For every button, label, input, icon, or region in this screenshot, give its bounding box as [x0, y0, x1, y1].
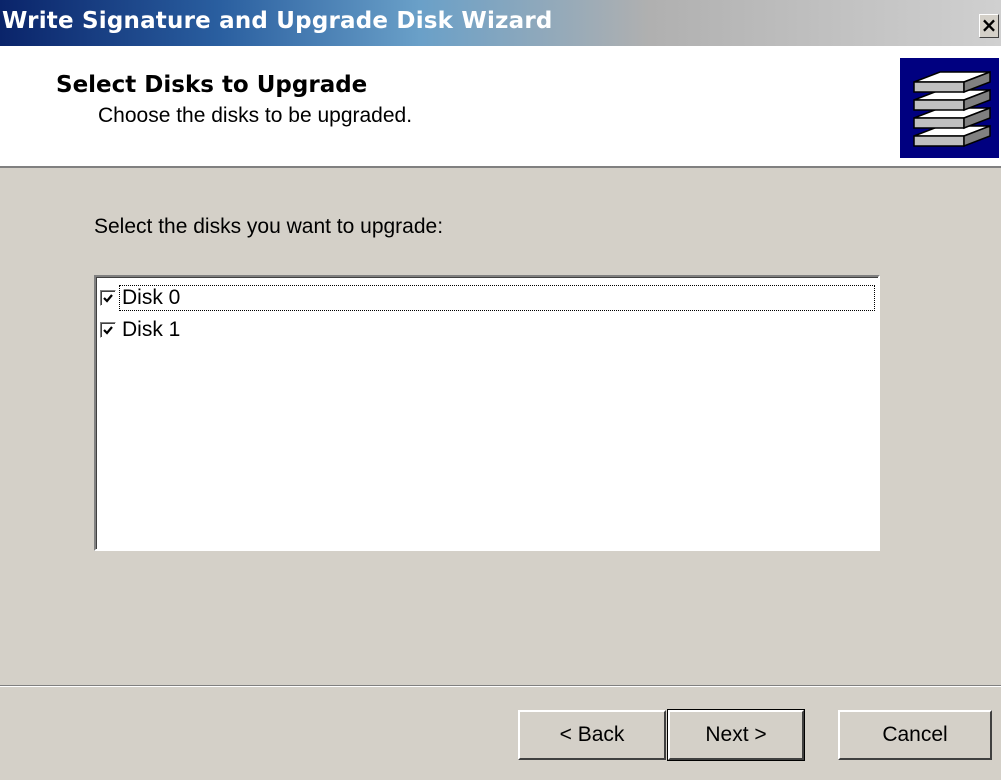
- disk-1-label: Disk 1: [122, 318, 181, 341]
- disk-1-checkbox[interactable]: [100, 322, 116, 338]
- disk-list-item-1[interactable]: Disk 1: [100, 315, 182, 345]
- checkmark-icon: [103, 294, 113, 303]
- close-icon: ×: [980, 13, 998, 37]
- footer-divider: [0, 685, 1001, 687]
- disk-0-label: Disk 0: [119, 285, 875, 311]
- page-subtitle: Choose the disks to be upgraded.: [98, 104, 413, 127]
- checkmark-icon: [103, 326, 113, 335]
- title-bar[interactable]: Write Signature and Upgrade Disk Wizard …: [0, 0, 1001, 46]
- cancel-button[interactable]: Cancel: [838, 710, 992, 760]
- next-button[interactable]: Next >: [667, 709, 805, 761]
- select-disks-prompt: Select the disks you want to upgrade:: [94, 215, 444, 238]
- page-title: Select Disks to Upgrade: [56, 72, 368, 98]
- close-button[interactable]: ×: [979, 14, 999, 38]
- window-title: Write Signature and Upgrade Disk Wizard: [2, 8, 553, 34]
- disk-0-checkbox[interactable]: [100, 290, 116, 306]
- disk-list-item-0[interactable]: Disk 0: [100, 283, 875, 313]
- disk-list[interactable]: Disk 0 Disk 1: [94, 275, 880, 551]
- back-button[interactable]: < Back: [518, 710, 666, 760]
- disks-stack-icon: [900, 58, 999, 158]
- wizard-header: Select Disks to Upgrade Choose the disks…: [0, 46, 1001, 168]
